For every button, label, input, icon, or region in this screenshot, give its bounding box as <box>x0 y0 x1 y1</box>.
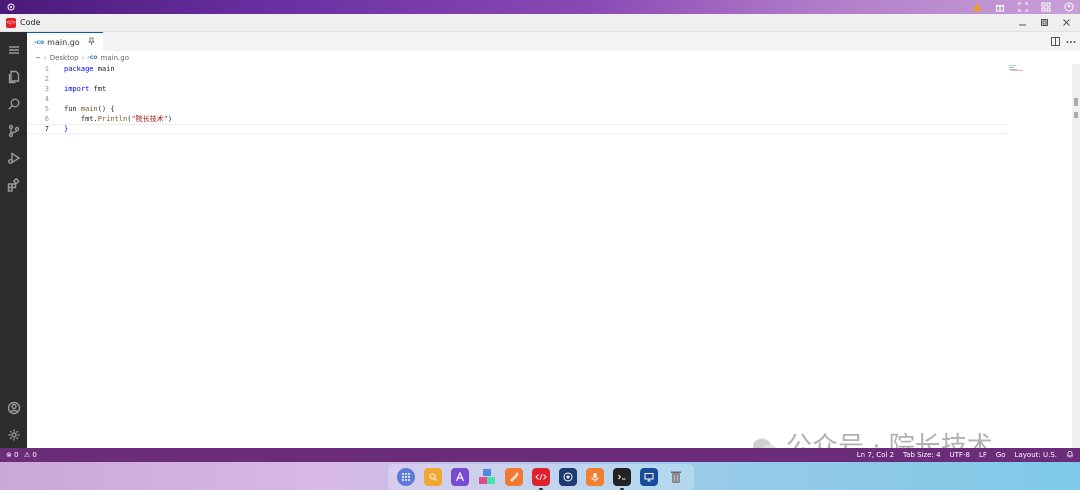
code-editor-dock-icon[interactable] <box>531 468 550 490</box>
menu-hamburger-icon[interactable] <box>0 36 27 63</box>
cursor-position[interactable]: Ln 7, Col 2 <box>857 451 894 459</box>
language-mode[interactable]: Go <box>996 451 1006 459</box>
draw-brush-icon[interactable] <box>504 468 523 486</box>
gift-icon[interactable] <box>995 2 1005 12</box>
scrollbar-marker <box>1074 112 1078 118</box>
vertical-scrollbar[interactable] <box>1072 64 1080 448</box>
activity-bar <box>0 32 27 448</box>
browser-icon[interactable] <box>559 468 577 486</box>
tab-size[interactable]: Tab Size: 4 <box>903 451 940 459</box>
breadcrumb: ~ › Desktop › -co main.go <box>27 51 1080 64</box>
warning-icon[interactable] <box>972 2 982 12</box>
code-text[interactable]: } <box>64 125 68 133</box>
code-editor[interactable]: 1 package main 2 3 import fmt 4 5 fun ma… <box>27 64 1080 448</box>
code-app-logo-icon: </> <box>5 17 17 28</box>
file-manager-icon[interactable] <box>423 468 442 486</box>
font-app-icon[interactable] <box>450 468 469 486</box>
code-line[interactable]: 4 <box>27 94 1007 104</box>
source-control-icon[interactable] <box>0 117 27 144</box>
search-icon[interactable] <box>0 90 27 117</box>
go-file-icon: -co <box>34 38 45 46</box>
code-line[interactable]: 3 import fmt <box>27 84 1007 94</box>
extensions-icon[interactable] <box>0 171 27 198</box>
problems-status[interactable]: ⊗ 0 ⚠ 0 <box>6 451 37 459</box>
notifications-bell-icon[interactable] <box>1066 450 1074 460</box>
system-menu-icon[interactable] <box>6 2 16 12</box>
window-title-bar[interactable]: </> Code <box>0 14 1080 32</box>
code-line[interactable]: 5 fun main() { <box>27 104 1007 114</box>
settings-gear-icon[interactable] <box>0 421 27 448</box>
window-title: Code <box>20 18 41 27</box>
code-line[interactable]: 6 fmt.Println("院长技术") <box>27 114 1007 124</box>
minimap[interactable] <box>1009 64 1029 74</box>
terminal-icon[interactable] <box>613 468 632 490</box>
editor-tab-bar: -co main.go <box>27 32 1080 51</box>
line-number: 1 <box>44 65 49 73</box>
line-number: 7 <box>44 125 49 133</box>
tab-main-go[interactable]: -co main.go <box>27 32 103 51</box>
run-debug-icon[interactable] <box>0 144 27 171</box>
explorer-files-icon[interactable] <box>0 63 27 90</box>
line-number: 6 <box>44 115 49 123</box>
system-top-bar <box>0 0 1080 14</box>
go-file-icon: -co <box>87 54 98 61</box>
status-bar: ⊗ 0 ⚠ 0 Ln 7, Col 2 Tab Size: 4 UTF-8 LF… <box>0 448 1080 462</box>
code-line-active[interactable]: 7 } <box>27 124 1007 134</box>
chevron-right-icon: › <box>43 53 47 62</box>
code-text[interactable]: fun main() { <box>64 105 115 113</box>
warning-count: 0 <box>32 451 37 459</box>
split-editor-icon[interactable] <box>1048 32 1062 51</box>
fullscreen-icon[interactable] <box>1018 2 1028 12</box>
end-of-line[interactable]: LF <box>979 451 987 459</box>
scrollbar-thumb[interactable] <box>1074 98 1078 106</box>
chevron-right-icon: › <box>81 53 85 62</box>
app-store-cubes-icon[interactable] <box>478 468 496 486</box>
code-text[interactable]: package main <box>64 65 115 73</box>
code-line[interactable]: 2 <box>27 74 1007 84</box>
keyboard-layout[interactable]: Layout: U.S. <box>1015 451 1057 459</box>
apps-grid-icon[interactable] <box>1041 2 1051 12</box>
more-actions-icon[interactable] <box>1064 32 1078 51</box>
error-count: 0 <box>14 451 19 459</box>
code-text[interactable]: fmt.Println("院长技术") <box>64 114 172 124</box>
tab-label: main.go <box>47 37 80 47</box>
trash-icon[interactable] <box>667 468 685 486</box>
breadcrumb-folder[interactable]: Desktop <box>50 54 79 62</box>
line-number: 3 <box>44 85 49 93</box>
minimize-button[interactable] <box>1014 16 1030 30</box>
warning-status-icon: ⚠ <box>23 451 31 459</box>
code-text[interactable]: import fmt <box>64 85 106 93</box>
breadcrumb-file[interactable]: main.go <box>101 54 129 62</box>
line-number: 5 <box>44 105 49 113</box>
encoding[interactable]: UTF-8 <box>950 451 970 459</box>
microphone-icon[interactable] <box>586 468 605 486</box>
user-account-icon[interactable] <box>1064 2 1074 12</box>
launcher-grid-icon[interactable] <box>396 468 415 486</box>
pin-icon[interactable] <box>87 37 95 47</box>
error-icon: ⊗ <box>6 451 12 459</box>
line-number: 4 <box>44 95 49 103</box>
breadcrumb-home[interactable]: ~ <box>35 54 41 62</box>
maximize-button[interactable] <box>1036 16 1052 30</box>
accounts-icon[interactable] <box>0 394 27 421</box>
remote-desktop-icon[interactable] <box>640 468 659 486</box>
dock <box>388 464 694 490</box>
code-line[interactable]: 1 package main <box>27 64 1007 74</box>
close-button[interactable] <box>1058 16 1074 30</box>
line-number: 2 <box>44 75 49 83</box>
